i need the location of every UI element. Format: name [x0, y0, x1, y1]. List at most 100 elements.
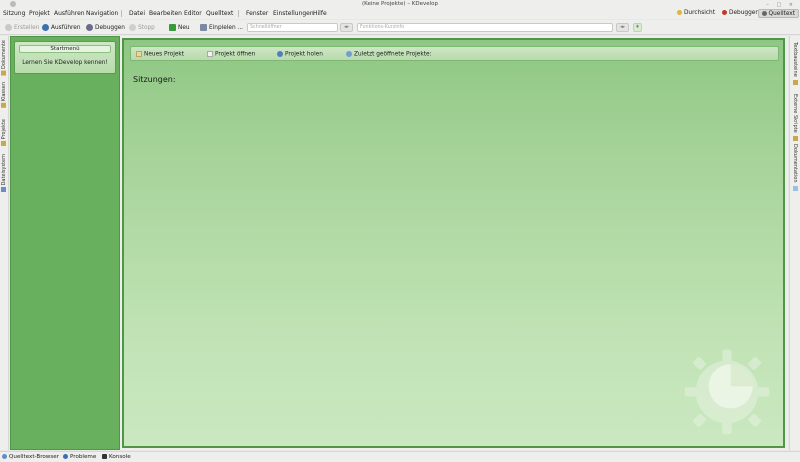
- open-project-icon: [207, 50, 213, 57]
- menu-bearbeiten[interactable]: Bearbeiten: [149, 10, 182, 17]
- build-label: Erstellen: [14, 24, 40, 31]
- perspective-review-button[interactable]: Durchsicht: [674, 9, 718, 18]
- menu-quelltext[interactable]: Quelltext: [206, 10, 233, 17]
- function-info-input[interactable]: Funktions-Kurzinfo: [357, 23, 613, 32]
- console-label: Konsole: [109, 454, 131, 460]
- sessions-heading: Sitzungen:: [133, 75, 176, 84]
- right-dock: Textbausteine Externe Skripte Dokumentat…: [789, 36, 800, 450]
- run-label: Ausführen: [51, 24, 81, 31]
- console-icon: [102, 454, 107, 459]
- debug-button[interactable]: Debuggen: [86, 23, 125, 31]
- context-nav-buttons[interactable]: ◂▸: [616, 23, 629, 32]
- menu-sitzung[interactable]: Sitzung: [3, 10, 25, 17]
- documents-icon: [1, 70, 7, 76]
- filesystem-icon: [1, 187, 7, 193]
- dock-tab-external-scripts-label: Externe Skripte: [792, 94, 798, 133]
- dock-tab-documents-label: Dokumente: [1, 40, 7, 69]
- paste-icon: [200, 23, 207, 31]
- projects-icon: [1, 140, 7, 146]
- tool-view-code-browser[interactable]: Quelltext-Browser: [2, 454, 59, 460]
- dock-tab-projects[interactable]: Projekte: [1, 119, 7, 148]
- outline-icon[interactable]: ♦: [633, 23, 642, 32]
- classes-icon: [1, 102, 7, 108]
- dock-tab-filesystem[interactable]: Dateisystem: [1, 154, 7, 194]
- dock-tab-filesystem-label: Dateisystem: [1, 154, 7, 186]
- perspective-review-label: Durchsicht: [683, 10, 715, 16]
- new-file-icon: [169, 23, 176, 31]
- open-project-button[interactable]: Projekt öffnen: [207, 50, 256, 57]
- dock-tab-documentation[interactable]: Dokumentation: [792, 144, 798, 192]
- snippets-icon: [792, 80, 798, 86]
- menu-hilfe[interactable]: Hilfe: [313, 10, 327, 17]
- dock-tab-projects-label: Projekte: [1, 119, 7, 140]
- main-toolbar: Erstellen Ausführen Debuggen Stopp Neu E…: [0, 20, 800, 35]
- welcome-actionbar: Neues Projekt Projekt öffnen Projekt hol…: [130, 46, 779, 61]
- problems-icon: [63, 454, 68, 459]
- perspective-debug-label: Debuggen: [729, 10, 759, 16]
- new-label: Neu: [178, 24, 190, 31]
- menu-datei[interactable]: Datei: [129, 10, 145, 17]
- open-project-label: Projekt öffnen: [215, 51, 256, 57]
- start-panel: Startmenü Lernen Sie KDevelop kennen!: [10, 36, 120, 450]
- new-project-icon: [136, 50, 142, 57]
- pencil-icon: [761, 11, 767, 16]
- menu-einstellungen[interactable]: Einstellungen: [273, 10, 314, 17]
- recent-projects-label: Zuletzt geöffnete Projekte:: [354, 51, 432, 57]
- code-browser-icon: [2, 454, 7, 459]
- perspective-debug-button[interactable]: Debuggen: [719, 9, 762, 18]
- fetch-project-label: Projekt holen: [285, 51, 323, 57]
- menu-ausfuehren[interactable]: Ausführen: [54, 10, 85, 17]
- paste-label: Einpielen ...: [209, 24, 244, 31]
- recent-projects-button[interactable]: Zuletzt geöffnete Projekte:: [346, 50, 432, 57]
- nav-back-forward-buttons[interactable]: ◂▸: [340, 23, 353, 32]
- debug-label: Debuggen: [95, 24, 125, 31]
- main-area: Neues Projekt Projekt öffnen Projekt hol…: [120, 36, 788, 450]
- documentation-icon: [792, 186, 798, 192]
- start-menu-box: Startmenü Lernen Sie KDevelop kennen!: [14, 41, 116, 74]
- perspective-code-button[interactable]: Quelltext: [757, 9, 799, 18]
- stop-button[interactable]: Stopp: [129, 23, 155, 31]
- recent-projects-icon: [346, 50, 352, 57]
- welcome-page: Neues Projekt Projekt öffnen Projekt hol…: [122, 38, 785, 448]
- window-title: (Keine Projekte) – KDevelop: [361, 1, 438, 7]
- menu-fenster[interactable]: Fenster: [246, 10, 268, 17]
- dock-tab-classes[interactable]: Klassen: [1, 82, 7, 110]
- perspective-code-label: Quelltext: [768, 11, 795, 17]
- scripts-icon: [792, 136, 798, 142]
- menu-separator: [238, 10, 239, 17]
- paste-button[interactable]: Einpielen ...: [200, 23, 244, 31]
- menu-projekt[interactable]: Projekt: [29, 10, 50, 17]
- dock-tab-snippets[interactable]: Textbausteine: [792, 42, 798, 86]
- new-button[interactable]: Neu: [169, 23, 190, 31]
- menu-editor[interactable]: Editor: [184, 10, 202, 17]
- dock-tab-documentation-label: Dokumentation: [792, 144, 798, 183]
- menu-separator: [121, 10, 122, 17]
- tool-view-console[interactable]: Konsole: [102, 454, 131, 460]
- dock-tab-snippets-label: Textbausteine: [792, 42, 798, 77]
- bug-icon: [722, 10, 728, 15]
- statusbar: Quelltext-Browser Probleme Konsole: [0, 451, 800, 462]
- start-menu-title: Startmenü: [19, 45, 111, 53]
- run-icon: [42, 23, 49, 31]
- dock-tab-external-scripts[interactable]: Externe Skripte: [792, 94, 798, 142]
- fetch-project-icon: [277, 50, 283, 57]
- review-icon: [676, 10, 682, 15]
- fetch-project-button[interactable]: Projekt holen: [277, 50, 323, 57]
- code-browser-label: Quelltext-Browser: [9, 454, 60, 460]
- stop-icon: [129, 23, 136, 31]
- learn-kdevelop-link[interactable]: Lernen Sie KDevelop kennen!: [15, 60, 115, 66]
- problems-label: Probleme: [70, 454, 97, 460]
- build-button[interactable]: Erstellen: [5, 23, 40, 31]
- new-project-label: Neues Projekt: [144, 51, 185, 57]
- quickopen-input[interactable]: Schnellöffner: [247, 23, 338, 32]
- kdevelop-gear-logo-icon: [684, 349, 770, 435]
- new-project-button[interactable]: Neues Projekt: [136, 50, 185, 57]
- dock-tab-documents[interactable]: Dokumente: [1, 40, 7, 78]
- tool-view-problems[interactable]: Probleme: [63, 454, 96, 460]
- left-dock: Dokumente Klassen Projekte Dateisystem: [0, 36, 9, 450]
- window-titlebar: (Keine Projekte) – KDevelop – □ ×: [0, 0, 800, 8]
- kdevelop-app-icon[interactable]: [10, 1, 16, 7]
- run-button[interactable]: Ausführen: [42, 23, 81, 31]
- menu-navigation[interactable]: Navigation: [86, 10, 118, 17]
- stop-label: Stopp: [138, 24, 155, 31]
